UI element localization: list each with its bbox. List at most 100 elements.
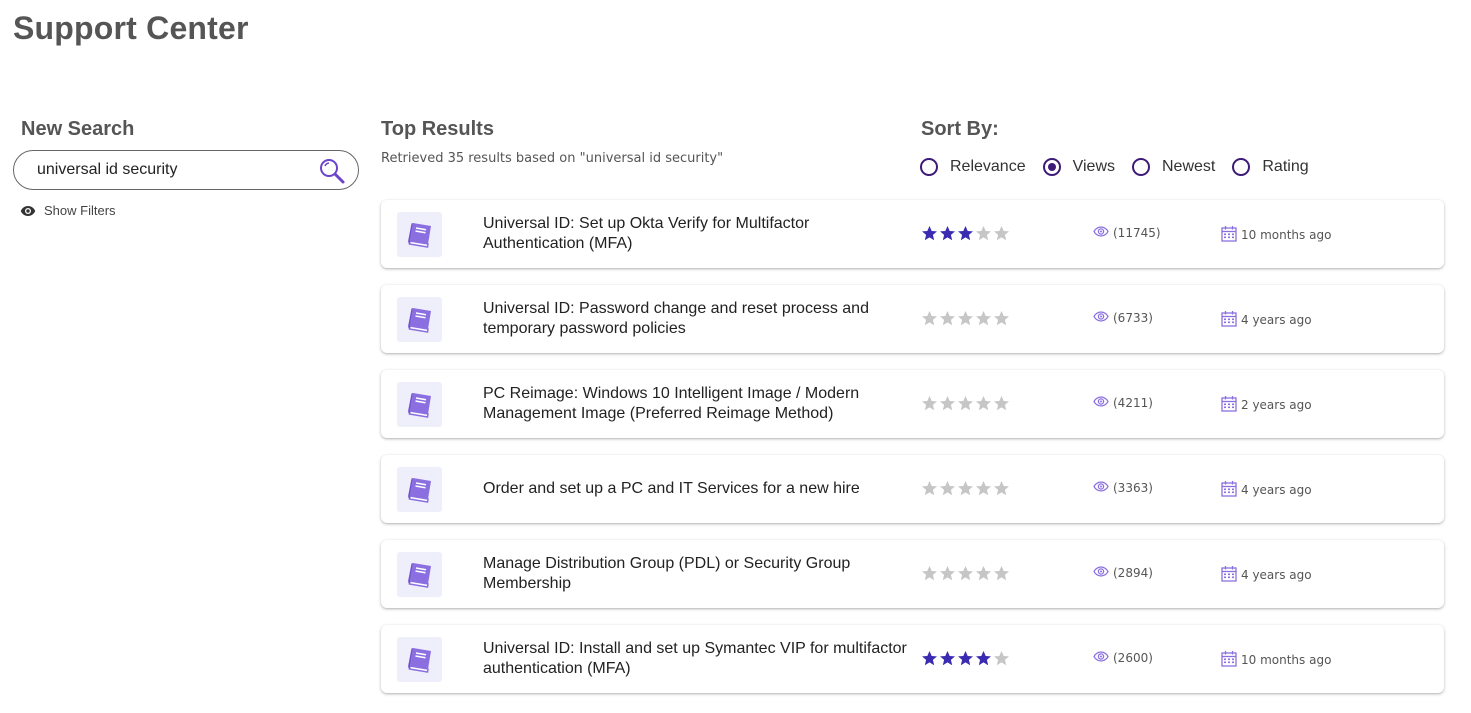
rating-stars xyxy=(921,310,1011,332)
search-icon[interactable] xyxy=(318,157,346,185)
sort-option-label: Views xyxy=(1072,158,1115,175)
calendar-icon xyxy=(1221,650,1241,670)
updated-date-text: 4 years ago xyxy=(1241,313,1312,327)
show-filters-toggle[interactable]: Show Filters xyxy=(20,203,116,218)
updated-date-text: 4 years ago xyxy=(1241,483,1312,497)
sort-option-newest[interactable]: Newest xyxy=(1132,158,1215,176)
star-icon xyxy=(975,565,993,587)
star-icon xyxy=(939,650,957,672)
top-results-heading: Top Results xyxy=(381,118,494,140)
search-input[interactable] xyxy=(37,159,307,181)
updated-date-text: 4 years ago xyxy=(1241,568,1312,582)
view-count: (2894) xyxy=(1093,566,1153,580)
book-icon xyxy=(397,382,442,427)
page-title: Support Center xyxy=(13,10,249,46)
calendar-icon xyxy=(1221,225,1241,245)
updated-date: 4 years ago xyxy=(1221,480,1312,500)
star-icon xyxy=(939,225,957,247)
result-card[interactable]: Universal ID: Set up Okta Verify for Mul… xyxy=(381,200,1444,268)
sort-option-relevance[interactable]: Relevance xyxy=(920,158,1026,176)
star-icon xyxy=(921,225,939,247)
updated-date-text: 2 years ago xyxy=(1241,398,1312,412)
result-card[interactable]: Manage Distribution Group (PDL) or Secur… xyxy=(381,540,1444,608)
star-icon xyxy=(957,480,975,502)
result-card[interactable]: Universal ID: Install and set up Symante… xyxy=(381,625,1444,693)
updated-date: 4 years ago xyxy=(1221,565,1312,585)
star-icon xyxy=(957,310,975,332)
updated-date: 2 years ago xyxy=(1221,395,1312,415)
star-icon xyxy=(921,310,939,332)
sort-option-rating[interactable]: Rating xyxy=(1232,158,1309,176)
view-count: (11745) xyxy=(1093,226,1161,240)
star-icon xyxy=(921,565,939,587)
result-card[interactable]: Order and set up a PC and IT Services fo… xyxy=(381,455,1444,523)
eye-icon xyxy=(20,205,36,216)
view-count-text: (2894) xyxy=(1113,566,1153,580)
view-count: (6733) xyxy=(1093,311,1153,325)
star-icon xyxy=(975,225,993,247)
book-icon xyxy=(397,467,442,512)
result-title[interactable]: Order and set up a PC and IT Services fo… xyxy=(483,455,913,523)
sort-by-heading: Sort By: xyxy=(921,118,999,140)
results-list: Universal ID: Set up Okta Verify for Mul… xyxy=(381,200,1444,710)
star-icon xyxy=(993,395,1011,417)
view-count-text: (6733) xyxy=(1113,311,1153,325)
search-box xyxy=(13,150,359,190)
view-count: (2600) xyxy=(1093,651,1153,665)
eye-outline-icon xyxy=(1093,651,1113,665)
result-title[interactable]: Universal ID: Install and set up Symante… xyxy=(483,625,913,693)
star-icon xyxy=(975,480,993,502)
updated-date: 10 months ago xyxy=(1221,225,1331,245)
view-count: (4211) xyxy=(1093,396,1153,410)
star-icon xyxy=(993,565,1011,587)
star-icon xyxy=(939,565,957,587)
star-icon xyxy=(957,395,975,417)
view-count-text: (3363) xyxy=(1113,481,1153,495)
updated-date: 4 years ago xyxy=(1221,310,1312,330)
sort-option-views[interactable]: Views xyxy=(1042,158,1115,176)
star-icon xyxy=(939,480,957,502)
sort-option-label: Newest xyxy=(1162,158,1216,175)
rating-stars xyxy=(921,650,1011,672)
sort-option-label: Rating xyxy=(1262,158,1309,175)
radio-button[interactable] xyxy=(1232,158,1251,176)
result-card[interactable]: PC Reimage: Windows 10 Intelligent Image… xyxy=(381,370,1444,438)
radio-button[interactable] xyxy=(1132,158,1150,176)
book-icon xyxy=(397,552,442,597)
star-icon xyxy=(939,310,957,332)
eye-outline-icon xyxy=(1093,396,1113,410)
updated-date: 10 months ago xyxy=(1221,650,1331,670)
star-icon xyxy=(957,650,975,672)
result-title[interactable]: Universal ID: Set up Okta Verify for Mul… xyxy=(483,200,913,268)
book-icon xyxy=(397,637,442,682)
star-icon xyxy=(975,650,993,672)
sort-option-label: Relevance xyxy=(950,158,1026,175)
star-icon xyxy=(993,480,1011,502)
star-icon xyxy=(957,565,975,587)
radio-button[interactable] xyxy=(1042,158,1061,176)
view-count-text: (2600) xyxy=(1113,651,1153,665)
star-icon xyxy=(993,225,1011,247)
eye-outline-icon xyxy=(1093,566,1113,580)
result-title[interactable]: Universal ID: Password change and reset … xyxy=(483,285,913,353)
rating-stars xyxy=(921,480,1011,502)
result-card[interactable]: Universal ID: Password change and reset … xyxy=(381,285,1444,353)
rating-stars xyxy=(921,565,1011,587)
new-search-heading: New Search xyxy=(21,118,135,140)
star-icon xyxy=(993,650,1011,672)
star-icon xyxy=(993,310,1011,332)
radio-button[interactable] xyxy=(920,158,938,176)
eye-outline-icon xyxy=(1093,311,1113,325)
updated-date-text: 10 months ago xyxy=(1241,653,1332,667)
results-summary: Retrieved 35 results based on "universal… xyxy=(381,151,724,166)
star-icon xyxy=(975,310,993,332)
eye-outline-icon xyxy=(1093,481,1113,495)
result-title[interactable]: Manage Distribution Group (PDL) or Secur… xyxy=(483,540,913,608)
updated-date-text: 10 months ago xyxy=(1241,228,1332,242)
star-icon xyxy=(921,650,939,672)
star-icon xyxy=(939,395,957,417)
eye-outline-icon xyxy=(1093,226,1113,240)
result-title[interactable]: PC Reimage: Windows 10 Intelligent Image… xyxy=(483,370,913,438)
calendar-icon xyxy=(1221,480,1241,500)
book-icon xyxy=(397,212,442,257)
